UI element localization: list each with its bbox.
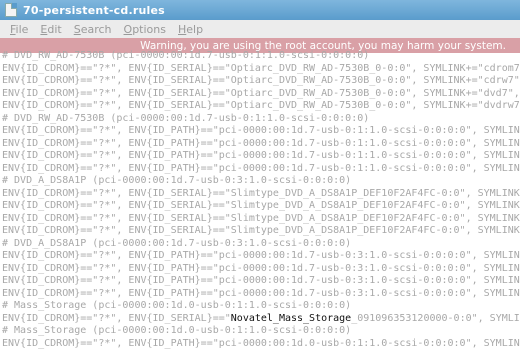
menu-search[interactable]: Search — [72, 23, 114, 36]
editor-line[interactable]: ENV{ID_CDROM}=="?*", ENV{ID_PATH}=="pci-… — [0, 250, 520, 263]
menu-file[interactable]: File — [8, 23, 30, 36]
text-editor[interactable]: # DVD_RW_AD-7530B (pci-0000:00:1d.7-usb-… — [0, 50, 520, 356]
editor-line[interactable]: ENV{ID_CDROM}=="?*", ENV{ID_PATH}=="pci-… — [0, 338, 520, 351]
editor-line[interactable]: ENV{ID_CDROM}=="?*", ENV{ID_SERIAL}=="Sl… — [0, 200, 520, 213]
editor-line[interactable]: ENV{ID_CDROM}=="?*", ENV{ID_SERIAL}=="Op… — [0, 88, 520, 101]
document-icon — [5, 3, 17, 17]
selected-text: Novatel_Mass_Storage — [230, 312, 352, 324]
window-title: 70-persistent-cd.rules — [23, 3, 165, 17]
menu-help[interactable]: Help — [176, 23, 205, 36]
editor-line[interactable]: ENV{ID_CDROM}=="?*", ENV{ID_PATH}=="pci-… — [0, 163, 520, 176]
title-bar[interactable]: 70-persistent-cd.rules — [0, 0, 520, 20]
menu-options[interactable]: Options — [122, 23, 168, 36]
editor-line[interactable]: # Mass_Storage (pci-0000:00:1d.0-usb-0:1… — [0, 325, 520, 338]
editor-line[interactable]: ENV{ID_CDROM}=="?*", ENV{ID_SERIAL}=="Op… — [0, 75, 520, 88]
editor-line[interactable]: ENV{ID_CDROM}=="?*", ENV{ID_SERIAL}=="Sl… — [0, 225, 520, 238]
editor-line[interactable]: ENV{ID_CDROM}=="?*", ENV{ID_PATH}=="pci-… — [0, 125, 520, 138]
menu-edit[interactable]: Edit — [38, 23, 63, 36]
line-text: _091096353120000-0:0", SYMLINK — [351, 312, 520, 324]
menu-bar: File Edit Search Options Help — [0, 20, 520, 38]
editor-line[interactable]: # DVD_RW_AD-7530B (pci-0000:00:1d.7-usb-… — [0, 113, 520, 126]
editor-line[interactable]: # DVD_A_DS8A1P (pci-0000:00:1d.7-usb-0:3… — [0, 175, 520, 188]
editor-line[interactable]: # Mass_Storage (pci-0000:00:1d.0-usb-0:1… — [0, 300, 520, 313]
editor-line[interactable]: ENV{ID_CDROM}=="?*", ENV{ID_SERIAL}=="Sl… — [0, 188, 520, 201]
editor-line[interactable]: ENV{ID_CDROM}=="?*", ENV{ID_SERIAL}=="Op… — [0, 63, 520, 76]
editor-line[interactable]: ENV{ID_CDROM}=="?*", ENV{ID_PATH}=="pci-… — [0, 150, 520, 163]
editor-line[interactable]: ENV{ID_CDROM}=="?*", ENV{ID_SERIAL}=="No… — [0, 313, 520, 326]
editor-line[interactable]: ENV{ID_CDROM}=="?*", ENV{ID_SERIAL}=="Op… — [0, 100, 520, 113]
editor-line[interactable]: # DVD_RW_AD-7530B (pci-0000:00:1d.7-usb-… — [0, 50, 520, 63]
editor-line[interactable]: ENV{ID_CDROM}=="?*", ENV{ID_SERIAL}=="Sl… — [0, 213, 520, 226]
editor-line[interactable]: ENV{ID_CDROM}=="?*", ENV{ID_PATH}=="pci-… — [0, 288, 520, 301]
editor-line[interactable]: # DVD_A_DS8A1P (pci-0000:00:1d.7-usb-0:3… — [0, 238, 520, 251]
editor-line[interactable]: ENV{ID_CDROM}=="?*", ENV{ID_PATH}=="pci-… — [0, 263, 520, 276]
editor-line[interactable]: ENV{ID_CDROM}=="?*", ENV{ID_PATH}=="pci-… — [0, 138, 520, 151]
line-text: ENV{ID_CDROM}=="?*", ENV{ID_SERIAL}==" — [2, 312, 231, 324]
editor-line[interactable]: ENV{ID_CDROM}=="?*", ENV{ID_PATH}=="pci-… — [0, 275, 520, 288]
